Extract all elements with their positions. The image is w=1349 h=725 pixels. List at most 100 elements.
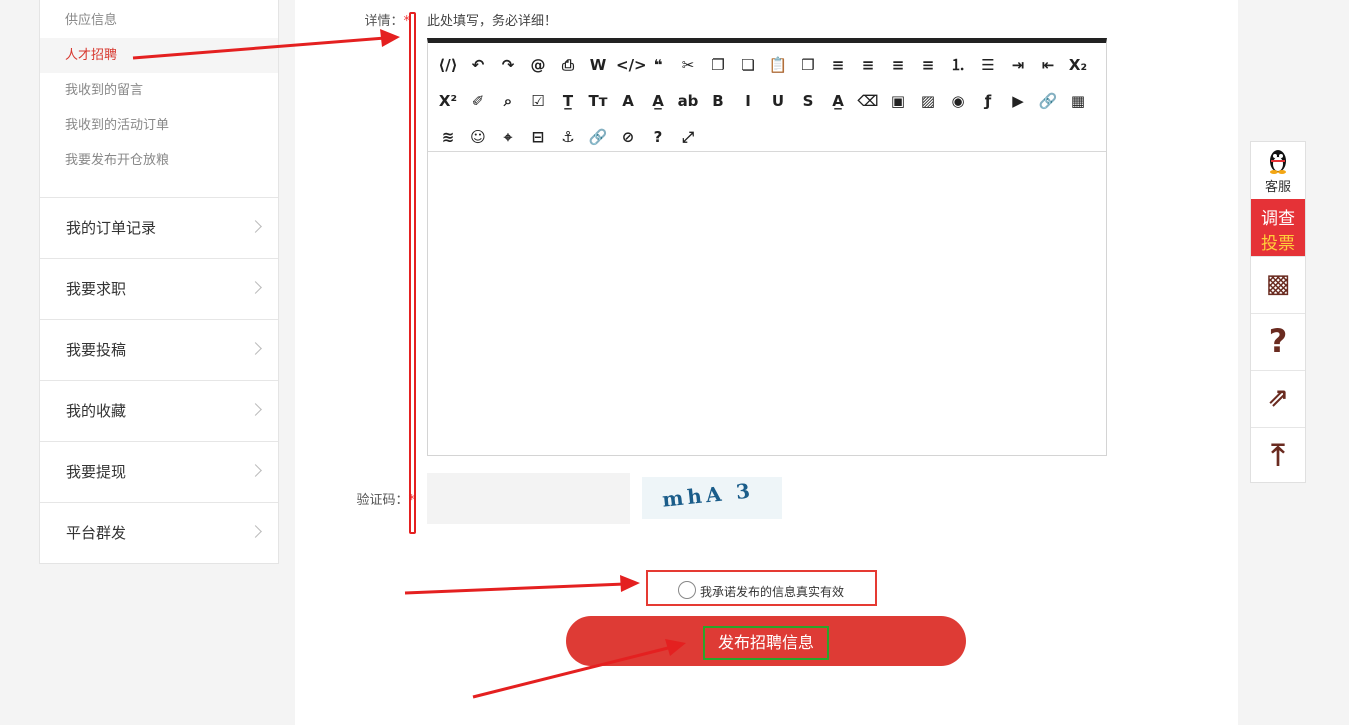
ordered-list-icon[interactable]: ⒈ [946, 53, 970, 77]
align-justify-icon[interactable]: ≡ [916, 53, 940, 77]
font-family-icon[interactable]: Tт [586, 89, 610, 113]
paste-word-icon[interactable]: ❒ [796, 53, 820, 77]
agree-text: 我承诺发布的信息真实有效 [700, 585, 845, 599]
title-icon[interactable]: T̲ [556, 89, 580, 113]
hr-icon[interactable]: ≋ [436, 125, 460, 149]
customer-service-button[interactable]: 客服 [1251, 142, 1305, 200]
unordered-list-icon[interactable]: ☰ [976, 53, 1000, 77]
superscript-icon[interactable]: X² [436, 89, 460, 113]
video-icon[interactable]: ▶ [1006, 89, 1030, 113]
align-right-icon[interactable]: ≡ [886, 53, 910, 77]
paste-icon[interactable]: 📋 [766, 53, 790, 77]
select-all-icon[interactable]: ⌕ [496, 89, 520, 113]
font-color-icon[interactable]: A̲ [646, 89, 670, 113]
sidebar-item-talent-recruit[interactable]: 人才招聘 [40, 38, 278, 73]
insert-link-icon[interactable]: 🔗 [586, 125, 610, 149]
unlink-icon[interactable]: ⊘ [616, 125, 640, 149]
captcha-text: mhA 3 [660, 478, 756, 512]
vote-label: 投票 [1261, 234, 1295, 254]
image-icon[interactable]: ▣ [886, 89, 910, 113]
survey-vote-button[interactable]: 调查 投票 [1251, 199, 1305, 257]
share-icon: ⇗ [1267, 383, 1289, 413]
sidebar-item-publish-grain[interactable]: 我要发布开仓放粮 [40, 143, 278, 178]
captcha-label: 验证码：* [340, 489, 415, 508]
chevron-right-icon [249, 220, 262, 233]
menu-item-favorites[interactable]: 我的收藏 [40, 381, 278, 442]
captcha-image[interactable]: mhA 3 [642, 477, 782, 519]
chevron-right-icon [249, 464, 262, 477]
emoticon-icon[interactable]: ☺ [466, 125, 490, 149]
redo-icon[interactable]: ↷ [496, 53, 520, 77]
source-icon[interactable]: ⟨/⟩ [436, 53, 460, 77]
chevron-right-icon [249, 525, 262, 538]
checkbox-icon[interactable]: ☑ [526, 89, 550, 113]
fullscreen-icon[interactable]: ⤢ [676, 125, 700, 149]
chevron-right-icon [249, 403, 262, 416]
outdent-icon[interactable]: ⇤ [1036, 53, 1060, 77]
background-color-icon[interactable]: ab [676, 89, 700, 113]
detail-label: 详情：* [355, 10, 410, 29]
page-break-icon[interactable]: ⊟ [526, 125, 550, 149]
clear-format-icon[interactable]: ✐ [466, 89, 490, 113]
mention-icon[interactable]: @ [526, 53, 550, 77]
align-center-icon[interactable]: ≡ [856, 53, 880, 77]
float-bar: 客服 调查 投票 ▩ ? ⇗ ⤒ [1250, 141, 1306, 483]
bold-icon[interactable]: B [706, 89, 730, 113]
captcha-input[interactable] [427, 473, 630, 524]
eraser-icon[interactable]: ⌫ [856, 89, 880, 113]
detail-label-text: 详情： [364, 14, 404, 29]
menu-item-label: 我要求职 [66, 280, 127, 298]
anchor-icon[interactable]: ⚓ [556, 125, 580, 149]
chevron-right-icon [249, 281, 262, 294]
back-to-top-button[interactable]: ⤒ [1251, 427, 1305, 484]
word-icon[interactable]: W [586, 53, 610, 77]
sidebar: 供应信息 人才招聘 我收到的留言 我收到的活动订单 我要发布开仓放粮 我的订单记… [39, 0, 279, 564]
qq-penguin-icon [1270, 150, 1286, 174]
help-button[interactable]: ? [1251, 313, 1305, 371]
menu-item-orders[interactable]: 我的订单记录 [40, 198, 278, 259]
submit-button[interactable]: 发布招聘信息 [566, 616, 966, 666]
share-button[interactable]: ⇗ [1251, 370, 1305, 428]
agree-radio[interactable] [678, 581, 696, 599]
menu-item-label: 我要提现 [66, 463, 127, 481]
code-icon[interactable]: </> [616, 53, 647, 77]
sidebar-item-activity-orders[interactable]: 我收到的活动订单 [40, 108, 278, 143]
detail-hint: 此处填写，务必详细！ [427, 14, 558, 29]
flash-icon[interactable]: ƒ [976, 89, 1000, 113]
submit-label: 发布招聘信息 [703, 626, 829, 660]
menu-item-submit-article[interactable]: 我要投稿 [40, 320, 278, 381]
line-height-icon[interactable]: A̲ [826, 89, 850, 113]
rich-text-editor: ⟨/⟩ ↶ ↷ @ ⎙ W </> ❝ ✂ ❐ ❏ 📋 ❒ ≡ ≡ ≡ ≡ ⒈ ☰ ⇥ ⇤ X₂ X² ✐ ⌕ ☑ T̲ Tт A A̲ a… [427, 38, 1107, 456]
print-icon[interactable]: ⎙ [556, 53, 580, 77]
menu-item-withdraw[interactable]: 我要提现 [40, 442, 278, 503]
menu-item-mass-send[interactable]: 平台群发 [40, 503, 278, 564]
map-icon[interactable]: ⌖ [496, 125, 520, 149]
quote-icon[interactable]: ❝ [646, 53, 670, 77]
subscript-icon[interactable]: X₂ [1066, 53, 1090, 77]
menu-item-label: 我的收藏 [66, 402, 127, 420]
align-left-icon[interactable]: ≡ [826, 53, 850, 77]
link-icon[interactable]: 🔗 [1036, 89, 1060, 113]
font-size-icon[interactable]: A [616, 89, 640, 113]
sidebar-item-received-messages[interactable]: 我收到的留言 [40, 73, 278, 108]
annotation-bar [409, 12, 416, 534]
underline-icon[interactable]: U [766, 89, 790, 113]
paste-format-icon[interactable]: ❏ [736, 53, 760, 77]
palette-icon[interactable]: ◉ [946, 89, 970, 113]
qr-code-icon: ▩ [1265, 269, 1291, 299]
table-icon[interactable]: ▦ [1066, 89, 1090, 113]
strikethrough-icon[interactable]: S [796, 89, 820, 113]
menu-item-job-seeking[interactable]: 我要求职 [40, 259, 278, 320]
cut-icon[interactable]: ✂ [676, 53, 700, 77]
editor-content-area[interactable] [428, 152, 1106, 455]
sidebar-item-supply-info[interactable]: 供应信息 [40, 3, 278, 38]
question-icon: ? [1268, 322, 1288, 360]
indent-icon[interactable]: ⇥ [1006, 53, 1030, 77]
italic-icon[interactable]: I [736, 89, 760, 113]
undo-icon[interactable]: ↶ [466, 53, 490, 77]
copy-icon[interactable]: ❐ [706, 53, 730, 77]
qr-code-button[interactable]: ▩ [1251, 256, 1305, 314]
multi-image-icon[interactable]: ▨ [916, 89, 940, 113]
captcha-label-text: 验证码： [356, 493, 409, 508]
help-icon[interactable]: ? [646, 125, 670, 149]
